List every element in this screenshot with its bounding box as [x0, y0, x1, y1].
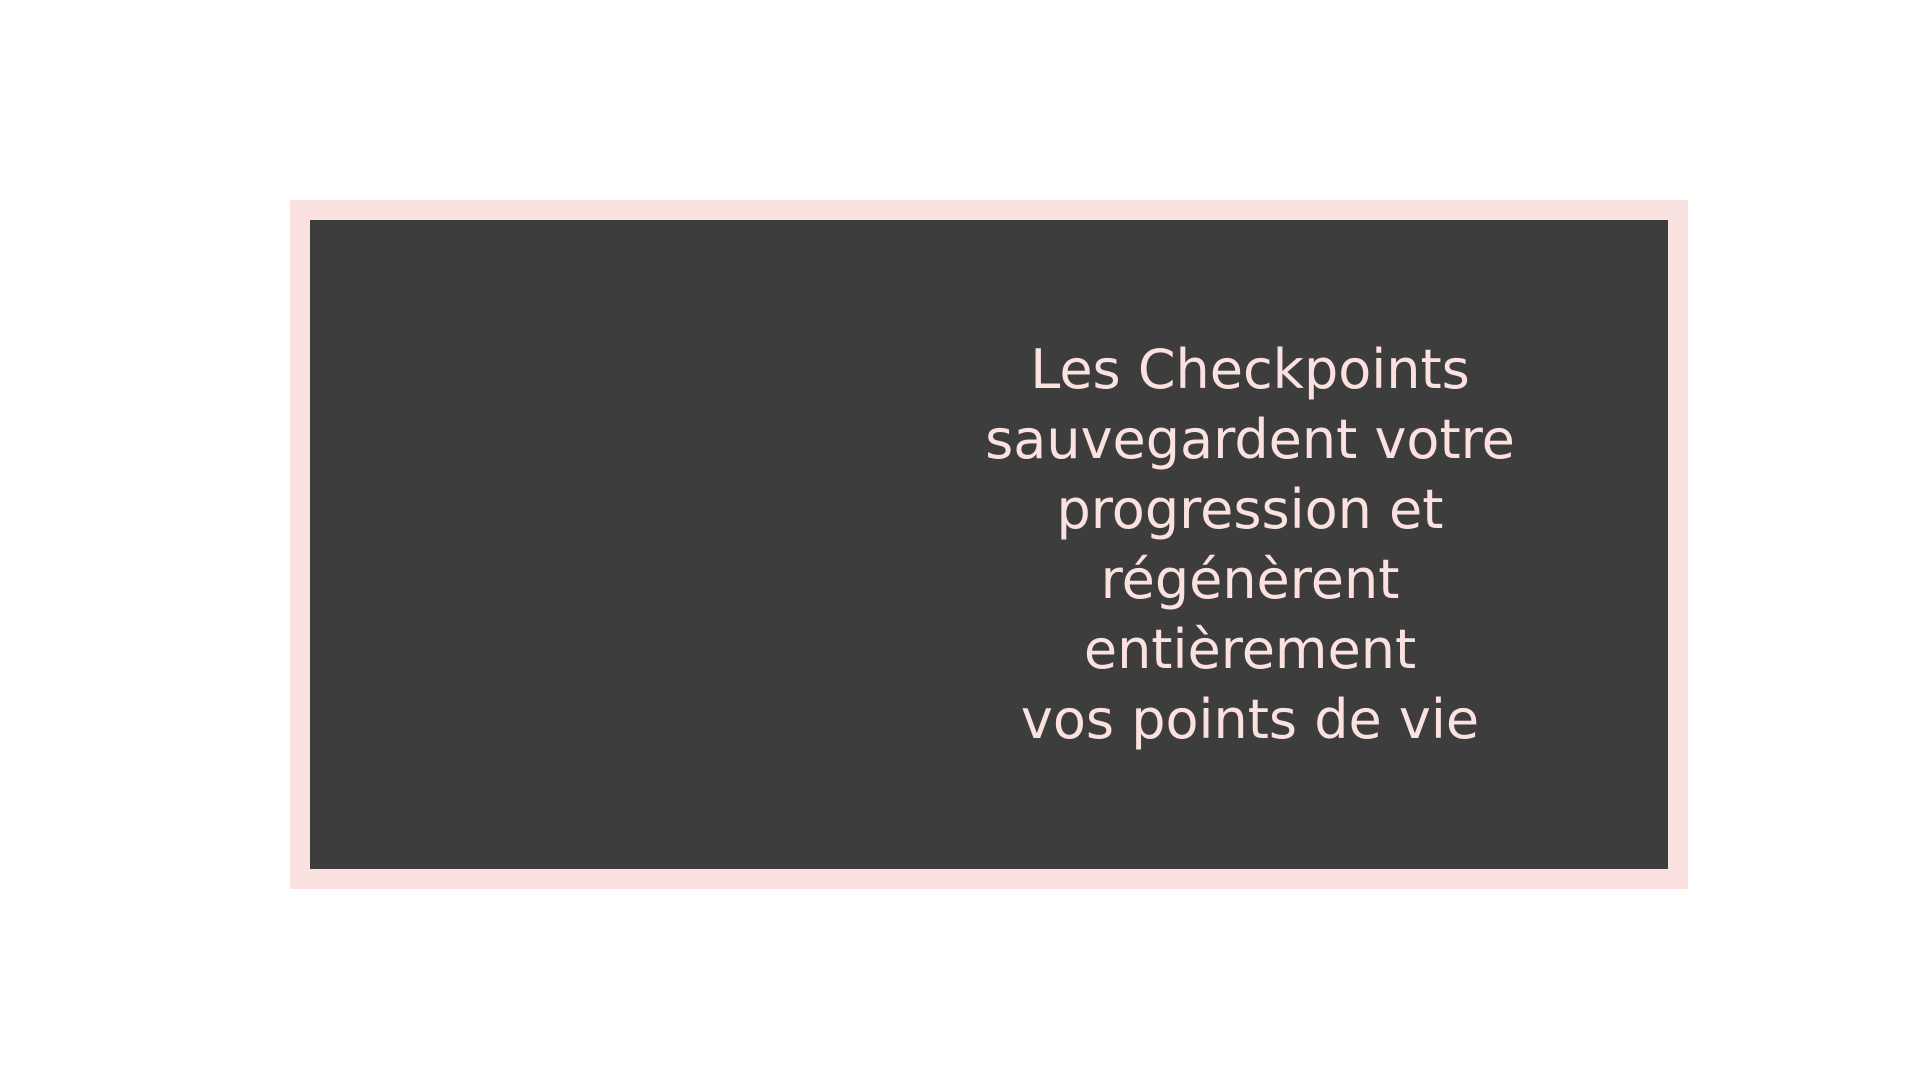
slide-frame: Les Checkpoints sauvegardent votre progr…: [290, 200, 1688, 889]
dialog-panel: Les Checkpoints sauvegardent votre progr…: [310, 220, 1668, 869]
checkpoint-message: Les Checkpoints sauvegardent votre progr…: [985, 337, 1515, 751]
message-container: Les Checkpoints sauvegardent votre progr…: [930, 220, 1570, 869]
slide-canvas: Les Checkpoints sauvegardent votre progr…: [0, 0, 1920, 1080]
